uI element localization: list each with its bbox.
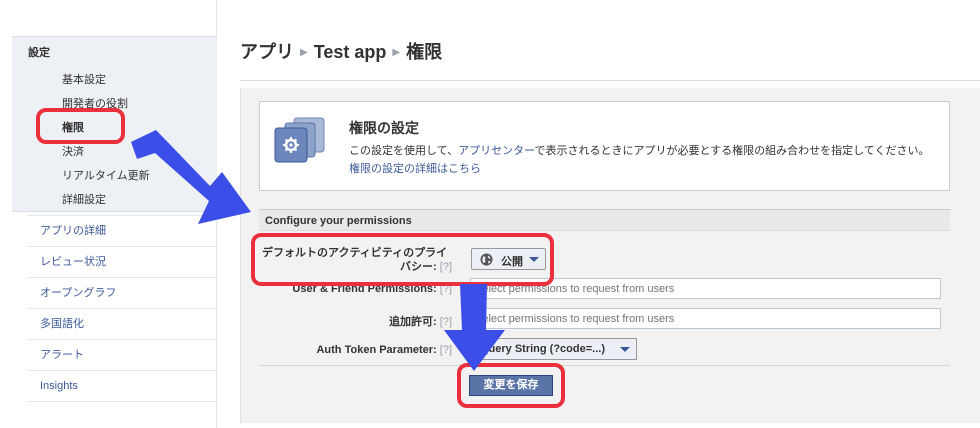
intro-title: 権限の設定	[349, 120, 419, 136]
extended-permissions-label: 追加許可: [?]	[389, 316, 452, 328]
breadcrumb: アプリ ▶ Test app ▶ 権限	[240, 38, 442, 64]
highlight-save-button	[457, 363, 565, 408]
sidebar: 設定 基本設定 開発者の役割 権限 決済 リアルタイム更新 詳細設定 アプリの詳…	[0, 0, 217, 428]
sidebar-item-app-details[interactable]: アプリの詳細	[28, 215, 217, 246]
auth-token-parameter-label: Auth Token Parameter: [?]	[316, 344, 452, 356]
sidebar-subitem-payments[interactable]: 決済	[62, 143, 84, 159]
highlight-privacy-setting	[251, 233, 554, 286]
breadcrumb-apps[interactable]: アプリ	[240, 42, 294, 62]
section-title: Configure your permissions	[265, 215, 412, 227]
auth-token-select[interactable]: Query String (?code=...)	[471, 338, 637, 360]
app-center-link[interactable]: アプリセンター	[458, 145, 534, 157]
breadcrumb-separator-icon: ▶	[300, 47, 308, 58]
breadcrumb-current-page: 権限	[406, 42, 443, 62]
auth-token-value: Query String (?code=...)	[480, 343, 605, 355]
permissions-detail-link[interactable]: 権限の設定の詳細はこちら	[349, 160, 481, 176]
sidebar-item-alerts[interactable]: アラート	[28, 339, 217, 370]
breadcrumb-separator-icon: ▶	[392, 47, 401, 58]
header-divider	[240, 80, 980, 81]
form-divider	[259, 365, 950, 366]
sidebar-item-localization[interactable]: 多国語化	[28, 308, 217, 339]
sidebar-item-review-status[interactable]: レビュー状況	[28, 246, 217, 277]
intro-description: この設定を使用して、アプリセンターで表示されるときにアプリが必要とする権限の組み…	[349, 145, 930, 157]
sidebar-settings-heading[interactable]: 設定	[28, 44, 50, 60]
chevron-down-icon	[620, 347, 630, 352]
extended-permissions-input[interactable]	[470, 308, 941, 329]
breadcrumb-app-name[interactable]: Test app	[314, 42, 387, 62]
help-icon[interactable]: [?]	[440, 344, 452, 356]
highlight-permissions-menu	[36, 108, 125, 144]
sidebar-subitem-basic[interactable]: 基本設定	[62, 71, 106, 87]
permissions-stack-icon	[274, 117, 325, 163]
help-icon[interactable]: [?]	[440, 316, 452, 328]
sidebar-item-open-graph[interactable]: オープングラフ	[28, 277, 217, 308]
sidebar-subitem-realtime[interactable]: リアルタイム更新	[62, 167, 150, 183]
sidebar-subitem-advanced[interactable]: 詳細設定	[62, 191, 106, 207]
sidebar-divider	[28, 401, 217, 402]
sidebar-item-insights[interactable]: Insights	[28, 370, 217, 401]
